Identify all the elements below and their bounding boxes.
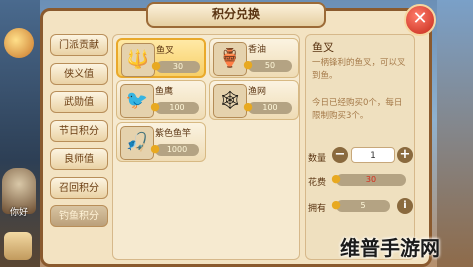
detail-description: 一柄锋利的鱼叉，可以叉到鱼。	[312, 58, 406, 81]
background-right-scene	[437, 0, 473, 267]
tab-fishing-points[interactable]: 钓鱼积分	[50, 205, 108, 227]
item-price: ● 100	[243, 100, 292, 114]
watermark-text: 维普手游网	[340, 236, 440, 260]
close-button[interactable]: ✕	[404, 4, 436, 36]
voice-chat-icon[interactable]	[4, 232, 32, 260]
item-price: ● 100	[150, 100, 199, 114]
item-price: ● 50	[243, 58, 292, 72]
item-price: ● 30	[151, 59, 200, 73]
owned-label: 拥有	[308, 204, 327, 214]
item-name: 鱼叉	[156, 46, 175, 56]
tab-recall-points[interactable]: 召回积分	[50, 176, 108, 199]
coin-icon: ●	[150, 142, 160, 155]
item-name: 香油	[248, 45, 267, 55]
coin-icon: ●	[331, 172, 341, 185]
player-chat-label: 你好	[9, 208, 28, 218]
tab-list: 门派贡献 侠义值 武勋值 节日积分 良师值 召回积分 钓鱼积分	[50, 34, 108, 234]
coin-icon: ●	[151, 59, 161, 72]
quantity-input[interactable]: 1	[351, 147, 395, 163]
info-icon[interactable]: i	[397, 198, 413, 214]
owned-value: ● 5	[331, 198, 390, 212]
item-name: 渔网	[248, 87, 267, 97]
quantity-minus-button[interactable]: −	[332, 147, 348, 163]
quantity-label: 数量	[308, 154, 327, 164]
tab-chivalry[interactable]: 侠义值	[50, 62, 108, 85]
coin-icon: ●	[243, 58, 253, 71]
item-cormorant[interactable]: 🐦 鱼鹰 ● 100	[116, 80, 206, 120]
item-name: 紫色鱼竿	[155, 129, 192, 139]
detail-purchase-limit: 今日已经购买0个，每日限制购买3个。	[312, 98, 403, 121]
item-price: ● 1000	[150, 142, 199, 156]
coin-icon: ●	[150, 100, 160, 113]
cost-value: ● 30	[331, 172, 406, 186]
event-icon[interactable]	[4, 28, 34, 58]
tab-festival-points[interactable]: 节日积分	[50, 119, 108, 142]
detail-item-name: 鱼叉	[312, 41, 334, 54]
item-grid: 🔱 鱼叉 ● 30 🏺 香油 ● 50 🐦 鱼鹰 ● 100 🕸 渔网 ● 100 🎣 …	[112, 34, 300, 260]
tab-military-merit[interactable]: 武勋值	[50, 91, 108, 113]
item-fishing-net[interactable]: 🕸 渔网 ● 100	[209, 80, 299, 120]
coin-icon: ●	[331, 198, 341, 211]
coin-icon: ●	[243, 100, 253, 113]
item-oil[interactable]: 🏺 香油 ● 50	[209, 38, 299, 78]
tab-sect-contribution[interactable]: 门派贡献	[50, 34, 108, 56]
tab-mentor-points[interactable]: 良师值	[50, 148, 108, 170]
item-detail-panel: 鱼叉 一柄锋利的鱼叉，可以叉到鱼。 今日已经购买0个，每日限制购买3个。 数量 …	[305, 34, 415, 260]
item-harpoon[interactable]: 🔱 鱼叉 ● 30	[116, 38, 206, 78]
cost-label: 花费	[308, 178, 327, 188]
quantity-plus-button[interactable]: +	[397, 147, 413, 163]
page-title: 积分兑换	[146, 2, 326, 28]
item-purple-rod[interactable]: 🎣 紫色鱼竿 ● 1000	[116, 122, 206, 162]
item-name: 鱼鹰	[155, 87, 174, 97]
